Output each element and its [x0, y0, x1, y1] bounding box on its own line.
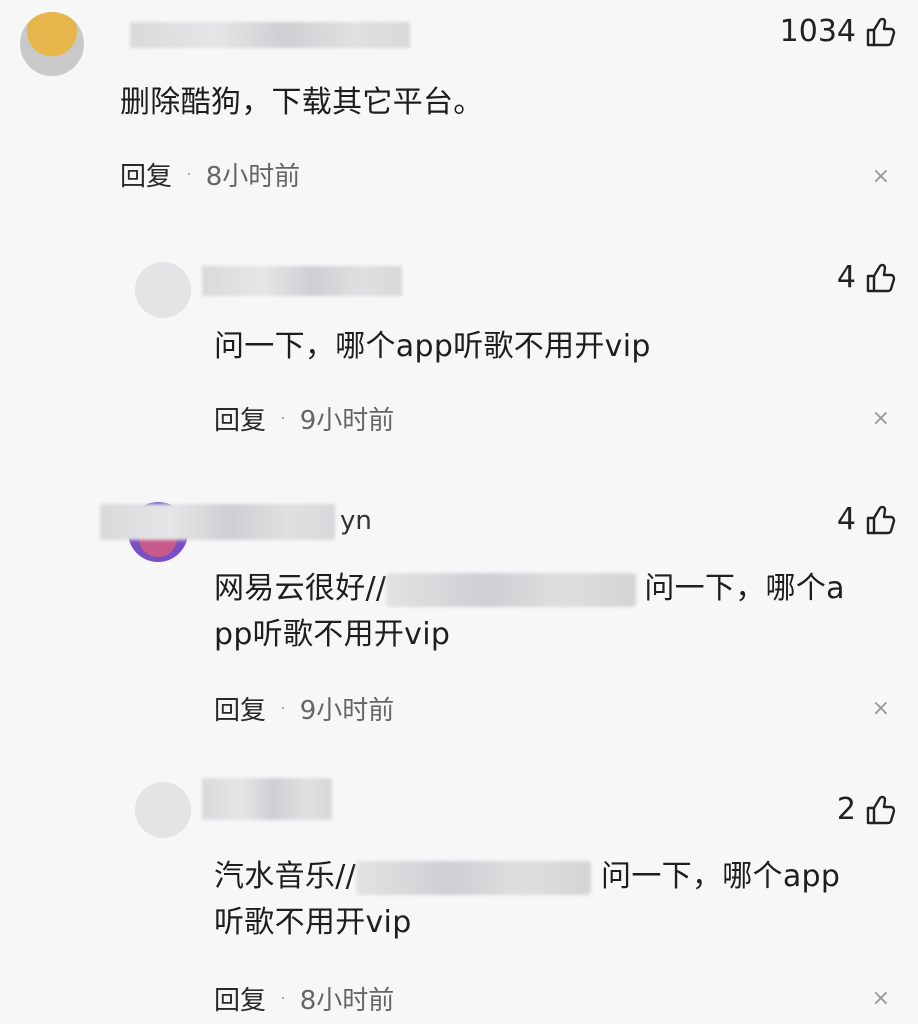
thumbs-up-icon[interactable] — [864, 794, 896, 826]
comment-text-suffix: 问一下，哪个a — [644, 571, 845, 606]
comment-text: 问一下，哪个app听歌不用开vip — [214, 329, 651, 364]
close-icon[interactable]: × — [872, 406, 890, 431]
timestamp: 9小时前 — [299, 696, 395, 726]
timestamp: 8小时前 — [205, 162, 301, 192]
comment-line-1: 汽水音乐// 问一下，哪个app — [214, 854, 904, 900]
comment-line-1: 网易云很好// 问一下，哪个a — [214, 566, 894, 612]
comment-text: 网易云很好// 问一下，哪个a pp听歌不用开vip — [214, 566, 894, 658]
like-count: 4 — [836, 260, 856, 295]
like-button[interactable]: 2 — [837, 792, 896, 827]
comment-1: 1034 删除酷狗，下载其它平台。 回复 · 8小时前 × — [0, 0, 918, 230]
comment-3: yn 4 网易云很好// 问一下，哪个a pp听歌不用开vip 回复 · 9小时前… — [0, 480, 918, 750]
comment-text-suffix: 问一下，哪个app — [601, 859, 841, 894]
close-icon[interactable]: × — [872, 696, 890, 721]
quoted-username-blurred[interactable] — [386, 572, 637, 607]
username-visible-part[interactable]: yn — [340, 506, 372, 536]
comment-meta: 回复 · 9小时前 — [214, 400, 394, 437]
avatar[interactable] — [135, 262, 191, 318]
comment-meta: 回复 · 8小时前 — [120, 156, 300, 193]
comment-4: 2 汽水音乐// 问一下，哪个app 听歌不用开vip 回复 · 8小时前 × — [0, 760, 918, 1024]
comment-meta: 回复 · 8小时前 — [214, 980, 394, 1017]
comment-meta: 回复 · 9小时前 — [214, 690, 394, 727]
avatar[interactable] — [20, 12, 84, 76]
close-icon[interactable]: × — [872, 986, 890, 1011]
reply-button[interactable]: 回复 — [214, 690, 266, 727]
reply-button[interactable]: 回复 — [214, 980, 266, 1017]
timestamp: 9小时前 — [299, 406, 395, 436]
thumbs-up-icon[interactable] — [864, 16, 896, 48]
username-blurred[interactable] — [100, 504, 335, 540]
like-count: 4 — [836, 502, 856, 537]
username-blurred[interactable] — [202, 778, 332, 820]
comment-line-2: 听歌不用开vip — [214, 905, 412, 940]
comment-line-2: pp听歌不用开vip — [214, 617, 451, 652]
close-icon[interactable]: × — [872, 164, 890, 189]
like-button[interactable]: 4 — [837, 260, 896, 295]
separator-dot: · — [280, 988, 286, 1009]
comment-text: 删除酷狗，下载其它平台。 — [120, 85, 484, 120]
comment-2: 4 问一下，哪个app听歌不用开vip 回复 · 9小时前 × — [0, 240, 918, 470]
timestamp: 8小时前 — [299, 986, 395, 1016]
reply-button[interactable]: 回复 — [214, 400, 266, 437]
like-button[interactable]: 1034 — [780, 14, 896, 49]
separator-dot: · — [280, 698, 286, 719]
comment-text-prefix: 汽水音乐// — [214, 859, 357, 894]
like-count: 1034 — [779, 14, 856, 49]
username-blurred[interactable] — [202, 266, 402, 296]
separator-dot: · — [186, 164, 192, 185]
separator-dot: · — [280, 408, 286, 429]
comment-text-prefix: 网易云很好// — [214, 571, 387, 606]
avatar[interactable] — [135, 782, 191, 838]
like-button[interactable]: 4 — [837, 502, 896, 537]
reply-button[interactable]: 回复 — [120, 156, 172, 193]
like-count: 2 — [836, 792, 856, 827]
comment-text: 汽水音乐// 问一下，哪个app 听歌不用开vip — [214, 854, 904, 946]
quoted-username-blurred[interactable] — [356, 860, 592, 895]
thumbs-up-icon[interactable] — [864, 504, 896, 536]
thumbs-up-icon[interactable] — [864, 262, 896, 294]
username-blurred[interactable] — [130, 22, 410, 48]
